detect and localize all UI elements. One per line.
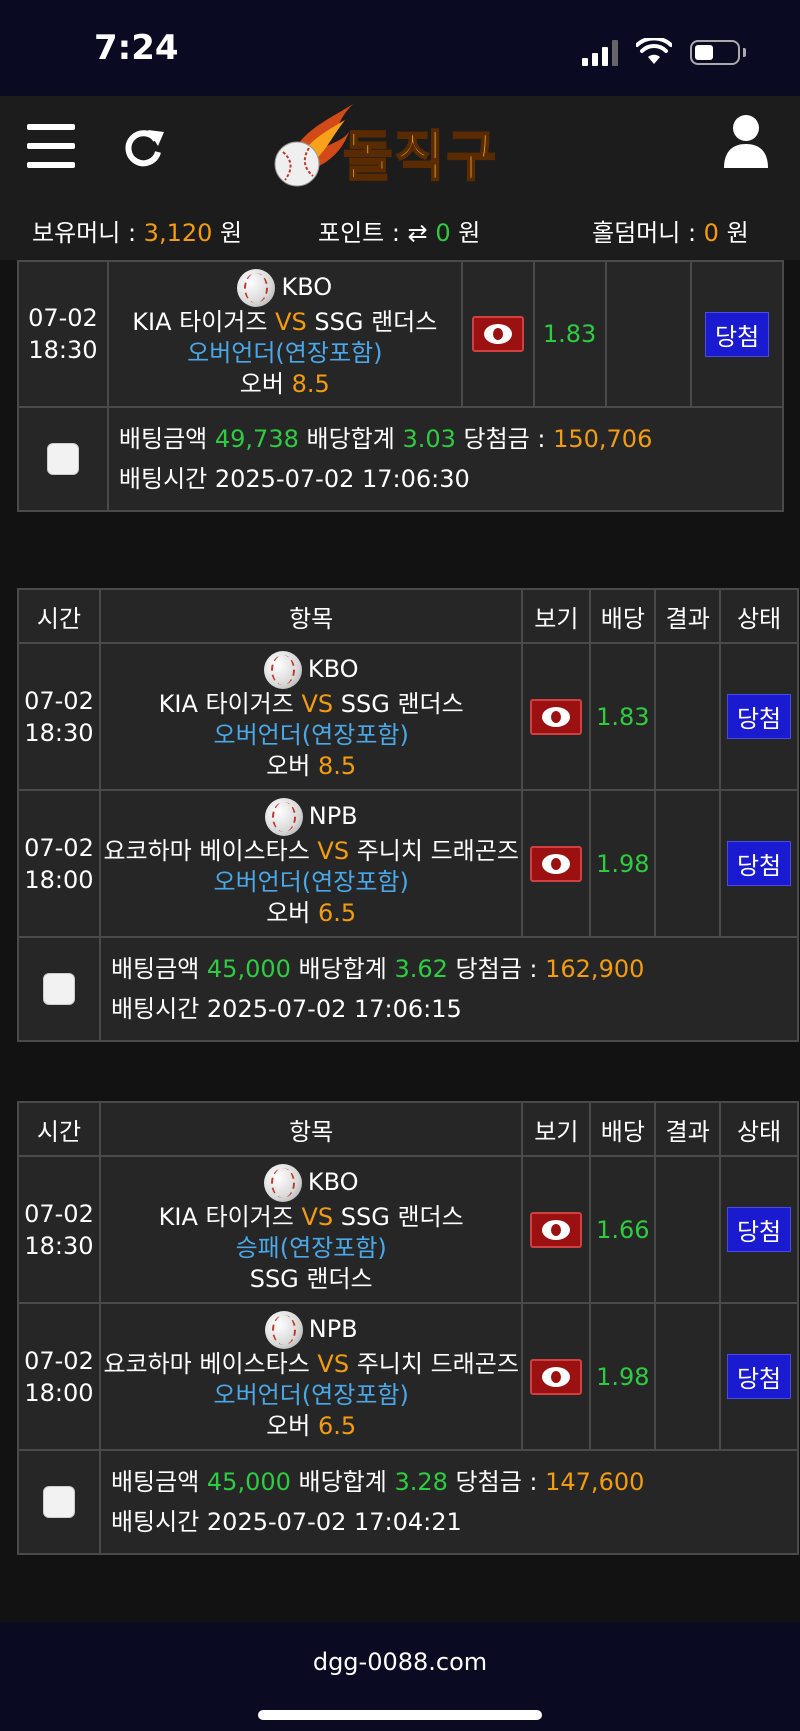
baseball-icon	[264, 798, 303, 836]
match-item: KBO KIA 타이거즈 VS SSG 랜더스 오버언더(연장포함) 오버 8.…	[98, 642, 524, 791]
browser-url-bar: dgg-0088.com	[0, 1622, 800, 1731]
bet-summary: 배팅금액 45,000 배당합계 3.28 당첨금 : 147,600 배팅시간…	[98, 1449, 800, 1555]
hold-money: 보유머니 : 3,120 원	[32, 219, 243, 247]
table-row: 배팅금액 45,000 배당합계 3.62 당첨금 : 162,900 배팅시간…	[17, 936, 800, 1042]
logo-text: 돌직구	[342, 124, 499, 189]
baseball-icon	[264, 1311, 303, 1349]
match-time: 07-02 18:30	[17, 1155, 101, 1304]
table-row: 07-02 18:30 KBO KIA 타이거즈 VS SSG 랜더스 승패(연장…	[17, 1155, 799, 1304]
status-bar: 7:24	[0, 0, 800, 96]
match-item: KBO KIA 타이거즈 VS SSG 랜더스 오버언더(연장포함) 오버 8.…	[106, 260, 463, 408]
column-header: 결과	[654, 1101, 722, 1157]
url-text[interactable]: dgg-0088.com	[0, 1648, 800, 1676]
bet-slip: 07-02 18:30 KBO KIA 타이거즈 VS SSG 랜더스 오버언더(…	[17, 260, 785, 512]
match-time: 07-02 18:30	[17, 642, 101, 791]
result-cell	[604, 260, 693, 408]
odds-value: 1.98	[589, 789, 657, 938]
status-badge: 당첨	[726, 1207, 792, 1252]
wifi-icon	[636, 38, 672, 64]
holdem-money: 홀덤머니 : 0 원	[592, 219, 749, 247]
site-logo[interactable]: 돌직구	[265, 102, 535, 192]
column-header: 시간	[17, 1101, 101, 1157]
view-eye-button[interactable]	[530, 1211, 583, 1248]
point-money[interactable]: 포인트 : ⇄ 0 원	[318, 213, 480, 248]
table-row: 07-02 18:30 KBO KIA 타이거즈 VS SSG 랜더스 오버언더(…	[17, 642, 799, 791]
view-eye-button[interactable]	[530, 845, 583, 882]
refresh-icon[interactable]	[120, 124, 166, 170]
baseball-icon	[263, 651, 302, 689]
table-row: 07-02 18:00 NPB 요코하마 베이스타스 VS 주니치 드래곤즈 오버…	[17, 789, 799, 938]
bet-slip: 시간 항목 보기 배당 결과 상태 07-02 18:30 KBO KIA 타이거…	[17, 1101, 800, 1555]
status-time: 7:24	[94, 28, 179, 68]
exchange-icon[interactable]: ⇄	[408, 219, 428, 247]
column-header: 보기	[521, 1101, 592, 1157]
bet-slip: 시간 항목 보기 배당 결과 상태 07-02 18:30 KBO KIA 타이거…	[17, 588, 800, 1042]
match-item: NPB 요코하마 베이스타스 VS 주니치 드래곤즈 오버언더(연장포함) 오버…	[98, 789, 524, 938]
odds-value: 1.83	[589, 642, 657, 791]
select-checkbox[interactable]	[42, 1486, 75, 1518]
status-badge: 당첨	[704, 311, 770, 357]
view-eye-button[interactable]	[471, 316, 524, 352]
match-time: 07-02 18:00	[17, 1302, 101, 1451]
column-header: 항목	[98, 1101, 524, 1157]
column-header: 결과	[654, 588, 722, 644]
status-badge: 당첨	[726, 1354, 792, 1399]
column-header: 상태	[719, 1101, 799, 1157]
table-row: 07-02 18:00 NPB 요코하마 베이스타스 VS 주니치 드래곤즈 오버…	[17, 1302, 799, 1451]
table-header-row: 시간 항목 보기 배당 결과 상태	[17, 1101, 799, 1157]
hold-money-value: 3,120	[143, 219, 213, 247]
money-bar: 보유머니 : 3,120 원 포인트 : ⇄ 0 원 홀덤머니 : 0 원	[0, 196, 800, 260]
column-header: 항목	[98, 588, 524, 644]
odds-value: 1.66	[589, 1155, 657, 1304]
column-header: 배당	[589, 1101, 657, 1157]
result-cell	[654, 642, 722, 791]
battery-icon	[690, 40, 740, 65]
result-cell	[654, 789, 722, 938]
column-header: 상태	[719, 588, 799, 644]
column-header: 시간	[17, 588, 101, 644]
column-header: 배당	[589, 588, 657, 644]
user-profile-icon[interactable]	[722, 114, 770, 170]
table-row: 07-02 18:30 KBO KIA 타이거즈 VS SSG 랜더스 오버언더(…	[17, 260, 784, 408]
match-time: 07-02 18:00	[17, 789, 101, 938]
select-checkbox[interactable]	[46, 443, 79, 475]
baseball-icon	[263, 1164, 302, 1202]
baseball-icon	[237, 268, 276, 307]
table-header-row: 시간 항목 보기 배당 결과 상태	[17, 588, 799, 644]
match-item: KBO KIA 타이거즈 VS SSG 랜더스 승패(연장포함) SSG 랜더스	[98, 1155, 524, 1304]
table-row: 배팅금액 45,000 배당합계 3.28 당첨금 : 147,600 배팅시간…	[17, 1449, 800, 1555]
point-value: 0	[435, 219, 451, 247]
holdem-money-value: 0	[703, 219, 719, 247]
signal-icon	[582, 40, 622, 66]
match-item: NPB 요코하마 베이스타스 VS 주니치 드래곤즈 오버언더(연장포함) 오버…	[98, 1302, 524, 1451]
home-indicator[interactable]	[258, 1710, 542, 1720]
odds-value: 1.98	[589, 1302, 657, 1451]
view-eye-button[interactable]	[530, 698, 583, 735]
bet-history-list: 07-02 18:30 KBO KIA 타이거즈 VS SSG 랜더스 오버언더(…	[0, 260, 800, 1622]
bet-summary: 배팅금액 45,000 배당합계 3.62 당첨금 : 162,900 배팅시간…	[98, 936, 800, 1042]
table-row: 배팅금액 49,738 배당합계 3.03 당첨금 : 150,706 배팅시간…	[17, 406, 785, 512]
column-header: 보기	[521, 588, 592, 644]
hamburger-menu-icon[interactable]	[27, 124, 75, 168]
result-cell	[654, 1302, 722, 1451]
status-badge: 당첨	[726, 694, 792, 739]
odds-value: 1.83	[532, 260, 607, 408]
view-eye-button[interactable]	[530, 1358, 583, 1395]
match-time: 07-02 18:30	[17, 260, 109, 408]
select-checkbox[interactable]	[42, 973, 75, 1005]
status-badge: 당첨	[726, 841, 792, 886]
result-cell	[654, 1155, 722, 1304]
bet-summary: 배팅금액 49,738 배당합계 3.03 당첨금 : 150,706 배팅시간…	[106, 406, 785, 512]
